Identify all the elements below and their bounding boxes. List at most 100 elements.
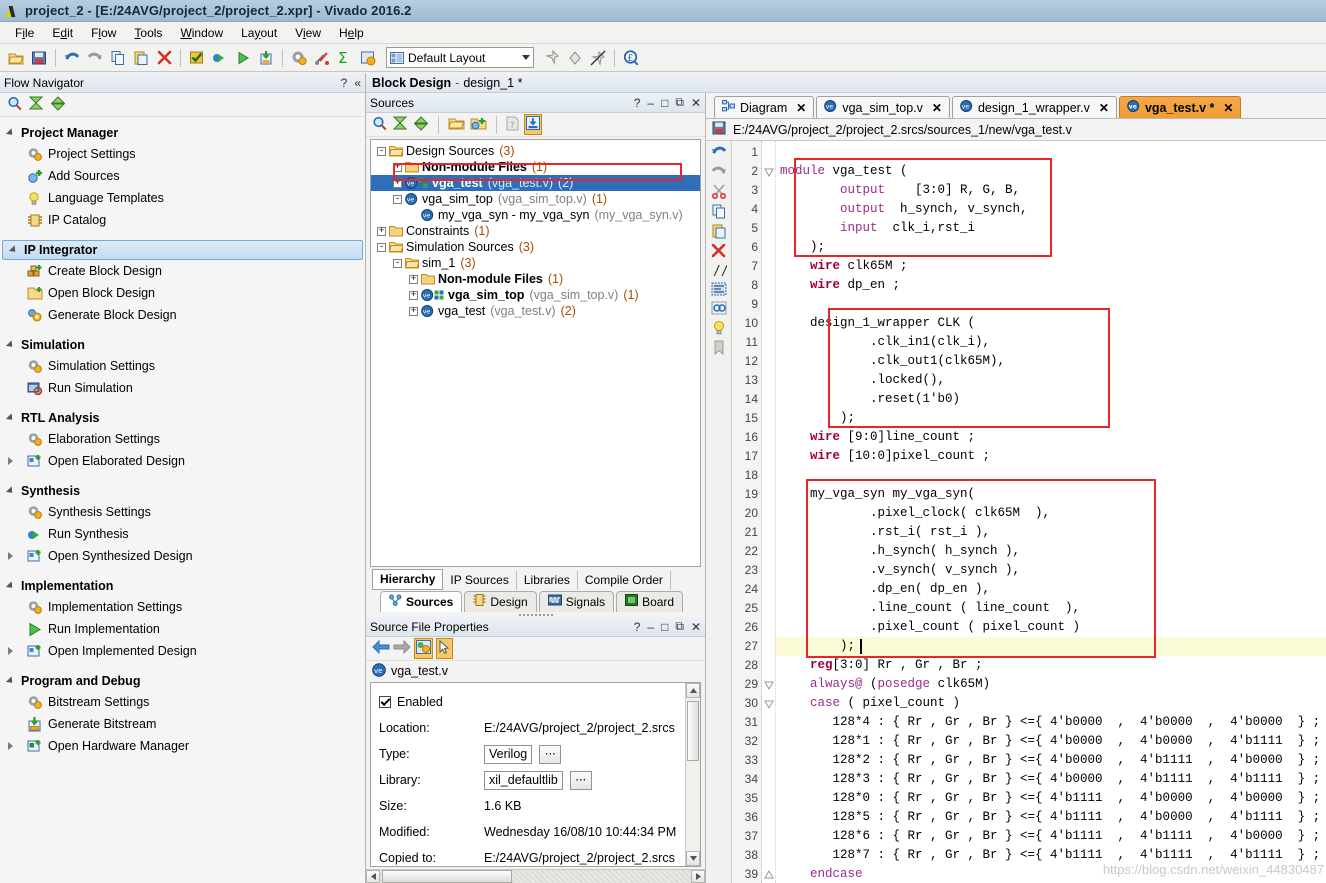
tab-ip-sources[interactable]: IP Sources xyxy=(443,571,517,590)
code-line[interactable]: .reset(1'b0) xyxy=(780,390,960,409)
undo-icon[interactable] xyxy=(711,144,727,162)
flow-navigator-help-button[interactable]: ? xyxy=(341,76,348,90)
editor-tab-diagram[interactable]: Diagram ✕ xyxy=(714,96,815,118)
flow-item-bitstream-settings[interactable]: Bitstream Settings xyxy=(0,691,365,713)
expand-triangle-icon[interactable] xyxy=(5,340,16,350)
open-file-icon[interactable] xyxy=(448,116,465,134)
flow-item-run-simulation[interactable]: Run Simulation xyxy=(0,377,365,399)
expand-triangle-icon[interactable] xyxy=(5,676,16,686)
expand-all-icon[interactable] xyxy=(50,95,66,114)
flow-item-simulation-settings[interactable]: Simulation Settings xyxy=(0,355,365,377)
flow-item-open-elaborated-design[interactable]: Open Elaborated Design xyxy=(0,450,365,472)
close-icon[interactable]: ✕ xyxy=(932,101,942,115)
sources-tree[interactable]: - Design Sources (3) + Non-module Files (1) + v… xyxy=(370,139,701,567)
code-line[interactable]: output h_synch, v_synch, xyxy=(780,200,1028,219)
chevron-down-icon[interactable] xyxy=(522,55,530,60)
code-line[interactable]: reg[3:0] Rr , Gr , Br ; xyxy=(780,656,983,675)
scroll-right-arrow[interactable] xyxy=(691,870,705,883)
cut-icon[interactable] xyxy=(711,184,727,202)
flow-item-elaboration-settings[interactable]: Elaboration Settings xyxy=(0,428,365,450)
copy-icon[interactable] xyxy=(107,47,129,69)
delete-icon[interactable] xyxy=(711,243,726,261)
menu-item-help[interactable]: Help xyxy=(330,24,373,42)
tab-compile-order[interactable]: Compile Order xyxy=(578,571,671,590)
undo-icon[interactable] xyxy=(61,47,83,69)
code-line[interactable]: .h_synch( h_synch ), xyxy=(780,542,1020,561)
delete-icon[interactable] xyxy=(153,47,175,69)
scroll-up-arrow[interactable] xyxy=(686,683,700,698)
code-area[interactable]: 1 2 module vga_test (3 output [3:0] R, G, … xyxy=(732,141,1326,883)
sources-tree-row[interactable]: - Simulation Sources (3) xyxy=(371,239,700,255)
properties-help-button[interactable]: ? xyxy=(634,620,641,634)
expand-arrow-icon[interactable] xyxy=(8,647,13,655)
validate-design-icon[interactable] xyxy=(186,47,208,69)
sources-tree-row[interactable]: - sim_1 (3) xyxy=(371,255,700,271)
flow-item-ip-catalog[interactable]: IP Catalog xyxy=(0,209,365,231)
lightbulb-icon[interactable] xyxy=(712,320,726,338)
flow-section-rtl-analysis[interactable]: RTL Analysis xyxy=(0,408,365,428)
settings-icon[interactable] xyxy=(288,47,310,69)
search-icon[interactable] xyxy=(372,116,387,134)
run-synthesis-icon[interactable] xyxy=(209,47,231,69)
tab-signals[interactable]: Signals xyxy=(538,591,615,612)
code-line[interactable]: .clk_in1(clk_i), xyxy=(780,333,990,352)
tree-expander[interactable]: + xyxy=(393,178,402,188)
tree-expander[interactable]: + xyxy=(409,290,418,300)
sources-tree-row[interactable]: + Constraints (1) xyxy=(371,223,700,239)
expand-triangle-icon[interactable] xyxy=(8,245,19,255)
help-search-icon[interactable]: £ xyxy=(620,47,642,69)
code-line[interactable]: case ( pixel_count ) xyxy=(780,694,960,713)
run-implementation-icon[interactable] xyxy=(232,47,254,69)
sources-tree-row[interactable]: + ve vga_sim_top (vga_sim_top.v) (1) xyxy=(371,287,700,303)
code-line[interactable]: 128*2 : { Rr , Gr , Br } <={ 4'b0000 , 4… xyxy=(780,751,1321,770)
sources-tree-row[interactable]: - ve vga_sim_top (vga_sim_top.v) (1) xyxy=(371,191,700,207)
flow-section-simulation[interactable]: Simulation xyxy=(0,335,365,355)
marker-icon[interactable] xyxy=(564,47,586,69)
fold-column[interactable] xyxy=(762,141,776,883)
code-line[interactable]: design_1_wrapper CLK ( xyxy=(780,314,975,333)
tab-sources[interactable]: Sources xyxy=(380,591,463,612)
tree-expander[interactable]: + xyxy=(377,226,386,236)
enabled-checkbox[interactable] xyxy=(379,696,391,708)
browse-button[interactable]: ⋯ xyxy=(539,744,562,764)
code-line[interactable]: output [3:0] R, G, B, xyxy=(780,181,1020,200)
flow-item-language-templates[interactable]: Language Templates xyxy=(0,187,365,209)
unpin-icon[interactable] xyxy=(587,47,609,69)
code-line[interactable]: wire [10:0]pixel_count ; xyxy=(780,447,990,466)
code-line[interactable]: endcase xyxy=(780,865,863,883)
comment-icon[interactable]: // xyxy=(711,263,729,280)
sources-tree-row[interactable]: + ve vga_test (vga_test.v) (2) xyxy=(371,175,700,191)
flow-item-create-block-design[interactable]: Create Block Design xyxy=(0,260,365,282)
tree-expander[interactable]: - xyxy=(377,242,386,252)
code-line[interactable]: wire [9:0]line_count ; xyxy=(780,428,975,447)
code-line[interactable]: my_vga_syn my_vga_syn( xyxy=(780,485,975,504)
flow-item-generate-block-design[interactable]: Generate Block Design xyxy=(0,304,365,326)
options-icon[interactable] xyxy=(357,47,379,69)
code-line[interactable]: wire clk65M ; xyxy=(780,257,908,276)
generate-bitstream-icon[interactable] xyxy=(255,47,277,69)
menu-item-view[interactable]: View xyxy=(286,24,330,42)
tools-icon[interactable] xyxy=(311,47,333,69)
tree-expander[interactable]: - xyxy=(393,258,402,268)
tree-expander[interactable]: + xyxy=(393,162,402,172)
code-line[interactable]: .locked(), xyxy=(780,371,945,390)
scroll-down-arrow[interactable] xyxy=(686,851,700,866)
sources-tree-row[interactable]: + ve vga_test (vga_test.v) (2) xyxy=(371,303,700,319)
collapse-all-icon[interactable] xyxy=(28,96,44,114)
code-line[interactable]: wire dp_en ; xyxy=(780,276,900,295)
flow-item-open-synthesized-design[interactable]: Open Synthesized Design xyxy=(0,545,365,567)
properties-minimize-button[interactable]: – xyxy=(647,620,654,634)
expand-triangle-icon[interactable] xyxy=(5,128,16,138)
flow-item-synthesis-settings[interactable]: Synthesis Settings xyxy=(0,501,365,523)
expand-triangle-icon[interactable] xyxy=(5,486,16,496)
sources-maximize-button[interactable]: □ xyxy=(661,96,668,110)
fold-marker[interactable] xyxy=(764,869,774,880)
sources-float-button[interactable]: ⧉ xyxy=(675,95,684,110)
code-line[interactable]: .pixel_clock( clk65M ), xyxy=(780,504,1050,523)
menu-item-tools[interactable]: Tools xyxy=(125,24,171,42)
flow-item-generate-bitstream[interactable]: Generate Bitstream xyxy=(0,713,365,735)
properties-horizontal-scrollbar[interactable] xyxy=(366,869,705,883)
report-icon[interactable]: Σ xyxy=(334,47,356,69)
flow-item-implementation-settings[interactable]: Implementation Settings xyxy=(0,596,365,618)
back-arrow-icon[interactable] xyxy=(372,639,390,657)
